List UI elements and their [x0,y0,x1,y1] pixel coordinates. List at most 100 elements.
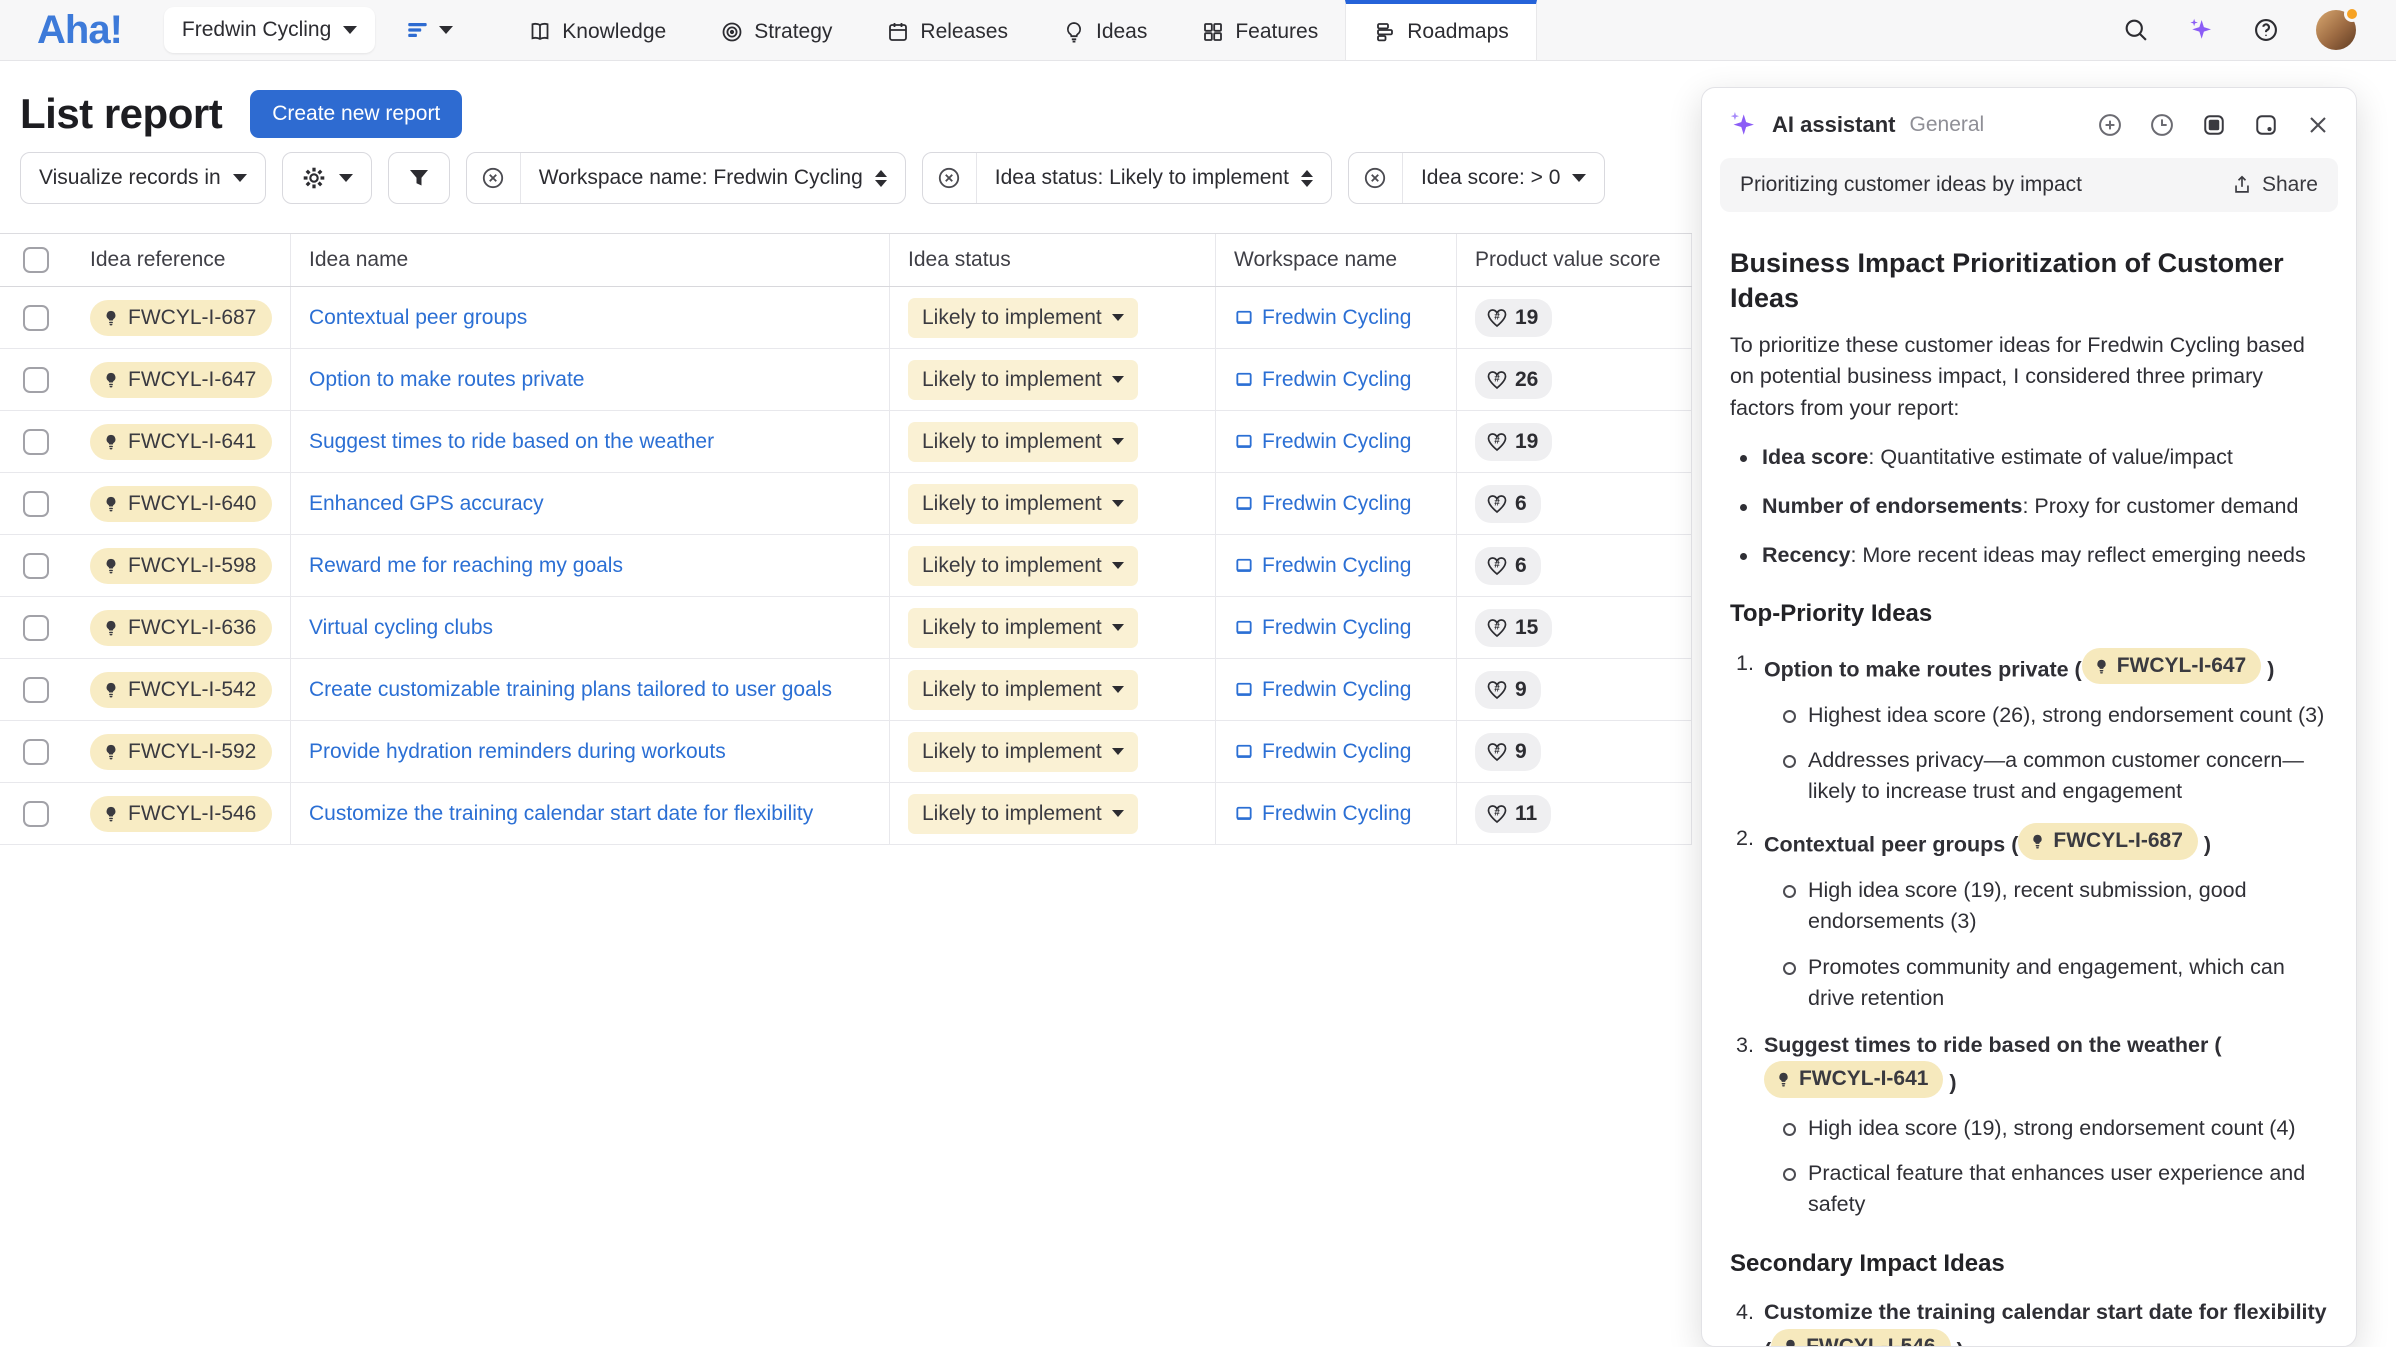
workspace-link[interactable]: Fredwin Cycling [1234,678,1411,702]
close-icon[interactable] [2304,111,2332,139]
nav-item-label: Features [1235,20,1318,44]
nav-item-strategy[interactable]: Strategy [693,0,859,60]
workspace-link[interactable]: Fredwin Cycling [1234,430,1411,454]
search-icon[interactable] [2122,16,2150,44]
idea-reference-badge[interactable]: FWCYL-I-641 [90,424,272,460]
workspace-link[interactable]: Fredwin Cycling [1234,306,1411,330]
conversation-title: Prioritizing customer ideas by impact [1740,173,2082,197]
history-icon[interactable] [2148,111,2176,139]
idea-reference-badge[interactable]: FWCYL-I-636 [90,610,272,646]
workspace-switcher[interactable]: Fredwin Cycling [164,7,375,53]
popout-icon[interactable] [2252,111,2280,139]
settings-dropdown-button[interactable] [282,152,372,204]
nav-item-knowledge[interactable]: Knowledge [501,0,693,60]
idea-reference-badge[interactable]: FWCYL-I-687 [2018,823,2198,859]
idea-reference-badge[interactable]: FWCYL-I-647 [2082,648,2262,684]
create-new-report-button[interactable]: Create new report [250,90,462,138]
ai-sparkle-icon[interactable] [2186,15,2216,45]
column-header-idea-name[interactable]: Idea name [291,234,890,286]
idea-reference-badge[interactable]: FWCYL-I-641 [1764,1061,1944,1097]
filter-chip-button[interactable]: Idea status: Likely to implement [977,153,1331,203]
ai-panel-header: AI assistant General [1702,88,2356,156]
idea-status-dropdown[interactable]: Likely to implement [908,484,1138,524]
column-header-workspace-name[interactable]: Workspace name [1216,234,1457,286]
new-chat-icon[interactable] [2096,111,2124,139]
row-checkbox[interactable] [23,801,49,827]
workspace-icon [1234,556,1254,576]
remove-filter-icon[interactable] [467,153,521,203]
remove-filter-icon[interactable] [1349,153,1403,203]
idea-name-link[interactable]: Create customizable training plans tailo… [309,678,832,702]
idea-reference-badge[interactable]: FWCYL-I-640 [90,486,272,522]
scorecard-heart-icon: # [1485,492,1509,516]
row-checkbox[interactable] [23,305,49,331]
idea-name-link[interactable]: Suggest times to ride based on the weath… [309,430,714,454]
idea-name-link[interactable]: Virtual cycling clubs [309,616,493,640]
column-header-idea-reference[interactable]: Idea reference [72,234,291,286]
idea-name-link[interactable]: Contextual peer groups [309,306,527,330]
idea-reference-badge[interactable]: FWCYL-I-546 [90,796,272,832]
filter-chip-button[interactable]: Idea score: > 0 [1403,153,1605,203]
idea-status-dropdown[interactable]: Likely to implement [908,732,1138,772]
idea-name-link[interactable]: Reward me for reaching my goals [309,554,623,578]
row-checkbox[interactable] [23,677,49,703]
ai-panel-actions [2096,111,2332,139]
svg-text:#: # [1494,683,1500,694]
idea-status-dropdown[interactable]: Likely to implement [908,608,1138,648]
idea-reference-badge[interactable]: FWCYL-I-542 [90,672,272,708]
idea-reference-badge[interactable]: FWCYL-I-592 [90,734,272,770]
idea-status-dropdown[interactable]: Likely to implement [908,360,1138,400]
help-icon[interactable] [2252,16,2280,44]
idea-name-link[interactable]: Enhanced GPS accuracy [309,492,544,516]
row-checkbox[interactable] [23,553,49,579]
dock-panel-icon[interactable] [2200,111,2228,139]
idea-reference-badge[interactable]: FWCYL-I-598 [90,548,272,584]
priority-item: 2.Contextual peer groups (FWCYL-I-687 ) [1736,823,2328,861]
select-all-checkbox[interactable] [23,247,49,273]
filter-chip-button[interactable]: Workspace name: Fredwin Cycling [521,153,905,203]
chevron-down-icon [1112,314,1124,321]
avatar[interactable] [2316,10,2356,50]
conversation-title-bar: Prioritizing customer ideas by impact Sh… [1720,158,2338,212]
visualize-records-dropdown[interactable]: Visualize records in [20,152,266,204]
workspace-link[interactable]: Fredwin Cycling [1234,616,1411,640]
nav-item-ideas[interactable]: Ideas [1035,0,1174,60]
column-header-idea-status[interactable]: Idea status [890,234,1216,286]
workspace-link[interactable]: Fredwin Cycling [1234,740,1411,764]
page-header: List report Create new report [20,90,462,138]
views-menu-button[interactable] [405,17,453,43]
nav-items: Knowledge Strategy Releases Ideas Featur… [501,0,1537,60]
remove-filter-icon[interactable] [923,153,977,203]
workspace-link[interactable]: Fredwin Cycling [1234,802,1411,826]
row-checkbox[interactable] [23,739,49,765]
idea-status-dropdown[interactable]: Likely to implement [908,546,1138,586]
ai-sparkle-icon [1726,108,1760,142]
idea-name-link[interactable]: Option to make routes private [309,368,584,392]
column-header-product-value-score[interactable]: Product value score [1457,234,1692,286]
row-checkbox[interactable] [23,429,49,455]
row-checkbox[interactable] [23,367,49,393]
filter-button[interactable] [388,152,450,204]
factor-item: Number of endorsements: Proxy for custom… [1736,491,2328,522]
chevron-down-icon [1112,810,1124,817]
workspace-link[interactable]: Fredwin Cycling [1234,554,1411,578]
lightbulb-icon [102,681,120,699]
idea-reference-badge[interactable]: FWCYL-I-546 [1771,1329,1951,1347]
idea-status-dropdown[interactable]: Likely to implement [908,794,1138,834]
idea-reference-badge[interactable]: FWCYL-I-687 [90,300,272,336]
row-checkbox[interactable] [23,491,49,517]
idea-status-dropdown[interactable]: Likely to implement [908,298,1138,338]
idea-status-dropdown[interactable]: Likely to implement [908,422,1138,462]
row-checkbox[interactable] [23,615,49,641]
idea-reference-badge[interactable]: FWCYL-I-647 [90,362,272,398]
nav-item-features[interactable]: Features [1174,0,1345,60]
idea-name-link[interactable]: Customize the training calendar start da… [309,802,813,826]
nav-item-roadmaps[interactable]: Roadmaps [1345,0,1537,60]
workspace-link[interactable]: Fredwin Cycling [1234,368,1411,392]
nav-item-releases[interactable]: Releases [859,0,1035,60]
product-value-score-pill: # 19 [1475,299,1552,337]
idea-name-link[interactable]: Provide hydration reminders during worko… [309,740,726,764]
idea-status-dropdown[interactable]: Likely to implement [908,670,1138,710]
workspace-link[interactable]: Fredwin Cycling [1234,492,1411,516]
share-button[interactable]: Share [2231,173,2318,197]
